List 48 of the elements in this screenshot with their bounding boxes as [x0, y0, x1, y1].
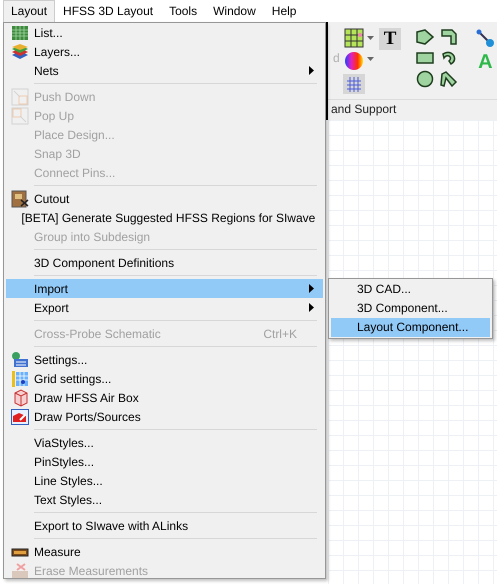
menu-item[interactable]: Grid settings...: [6, 369, 323, 388]
menu-item[interactable]: Layers...: [6, 42, 323, 61]
color-wheel-icon: [344, 51, 364, 71]
polygon-icon: [415, 28, 436, 46]
menu-item[interactable]: Draw HFSS Air Box: [6, 388, 323, 407]
submenu-item[interactable]: Layout Component...: [331, 318, 490, 337]
menu-item[interactable]: Line Styles...: [6, 471, 323, 490]
menu-bar-item[interactable]: HFSS 3D Layout: [55, 0, 162, 22]
table-icon: [11, 24, 29, 42]
text-tool[interactable]: T: [378, 28, 402, 50]
menu-item[interactable]: Settings...: [6, 350, 323, 369]
submenu-item[interactable]: 3D CAD...: [331, 280, 490, 299]
caret-icon: [366, 57, 374, 61]
submenu-item[interactable]: 3D Component...: [331, 299, 490, 318]
arc-icon: [440, 49, 458, 67]
menu-item[interactable]: 3D Component Definitions: [6, 253, 323, 272]
menu-item[interactable]: Export to SIwave with ALinks: [6, 516, 323, 535]
menu-bar-item[interactable]: Window: [205, 0, 264, 22]
menu-item[interactable]: Cutout: [6, 189, 323, 208]
cutout-icon: [11, 190, 29, 208]
menu-bar-item[interactable]: Help: [264, 0, 304, 22]
via-icon: [475, 28, 496, 48]
grid-settings-icon: [11, 370, 29, 388]
layers-icon: [11, 42, 29, 60]
menu-bar-item[interactable]: Tools: [161, 0, 206, 22]
menu-item[interactable]: ViaStyles...: [6, 433, 323, 452]
menu-item[interactable]: Nets: [6, 61, 323, 80]
bend-icon: [440, 28, 458, 46]
menu-item[interactable]: Export: [6, 298, 323, 317]
ports-icon: [11, 408, 29, 426]
pop-up-icon: [11, 106, 29, 124]
menu-item[interactable]: Import: [6, 279, 323, 298]
menu-item[interactable]: Measure: [6, 542, 323, 561]
menu-bar-item[interactable]: Layout: [3, 0, 56, 22]
menu-item[interactable]: PinStyles...: [6, 452, 323, 471]
grid-layer-icon: [344, 28, 364, 48]
menu-item[interactable]: [BETA] Generate Suggested HFSS Regions for SIwave: [6, 208, 323, 227]
toolbar-group-label: and Support: [330, 101, 398, 116]
push-down-icon: [11, 88, 29, 106]
menu-item[interactable]: Draw Ports/Sources: [6, 407, 323, 426]
menu-item[interactable]: Text Styles...: [6, 490, 323, 509]
toolbar-label: d: [333, 51, 340, 65]
caret-icon: [366, 36, 374, 40]
settings-icon: [11, 350, 29, 368]
menu-item[interactable]: List...: [6, 23, 323, 42]
eraser-icon: [11, 562, 29, 580]
bent-line-icon: [440, 70, 458, 88]
circle-icon: [415, 70, 436, 88]
